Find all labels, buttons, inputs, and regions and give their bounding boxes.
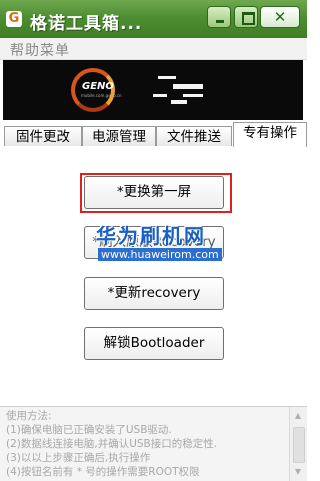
scroll-up-icon[interactable]: ▲: [293, 411, 303, 421]
watermark-title: 华为刷机网: [96, 224, 206, 248]
banner-decoration: [183, 94, 203, 97]
tab-file-push[interactable]: 文件推送: [156, 126, 232, 146]
banner-decoration: [171, 100, 187, 104]
window-title: 格诺工具箱...: [30, 14, 143, 34]
tab-special-ops[interactable]: 专有操作: [233, 122, 307, 147]
unlock-bootloader-button[interactable]: 解锁Bootloader: [84, 327, 224, 360]
instructions-line: (2)数据线连接电脑,并确认USB接口的稳定性.: [6, 438, 218, 450]
tab-firmware[interactable]: 固件更改: [4, 126, 82, 146]
banner-logo-area: GENO mobile.com.geno.cn: [3, 60, 303, 120]
update-recovery-label: *更新recovery: [107, 285, 201, 301]
tab-power[interactable]: 电源管理: [82, 126, 156, 146]
instructions-line: 使用方法:: [6, 410, 52, 422]
tab-strip: 固件更改 电源管理 文件推送 专有操作: [0, 122, 307, 147]
instructions-line: (1)确保电脑已正确安装了USB驱动.: [6, 424, 172, 436]
watermark-url: www.huaweirom.com: [98, 248, 222, 261]
scroll-thumb[interactable]: [293, 427, 305, 463]
title-bar[interactable]: G 格诺工具箱... ✕: [0, 0, 307, 39]
minimize-icon: [208, 7, 230, 27]
minimize-button[interactable]: [207, 6, 231, 28]
banner-decoration: [158, 76, 176, 79]
menu-help[interactable]: 帮助菜单: [10, 40, 70, 60]
close-icon: ✕: [273, 8, 287, 26]
scroll-down-icon[interactable]: ▼: [293, 467, 303, 477]
instructions-line: (3)以以上步骤正确后,执行操作: [6, 452, 151, 464]
instructions-line: (4)按钮名前有 * 号的操作需要ROOT权限: [6, 466, 200, 478]
menu-bar: 帮助菜单: [0, 38, 307, 60]
update-recovery-button[interactable]: *更新recovery: [84, 277, 224, 310]
close-button[interactable]: ✕: [260, 6, 300, 28]
app-window: G 格诺工具箱... ✕ 帮助菜单 GENO mobile.com.geno.c…: [0, 0, 307, 481]
maximize-button[interactable]: [234, 6, 258, 28]
unlock-bootloader-label: 解锁Bootloader: [103, 335, 205, 351]
banner-decoration: [173, 84, 203, 89]
vertical-scrollbar[interactable]: ▲ ▼: [289, 407, 307, 481]
instructions-panel: 使用方法: (1)确保电脑已正确安装了USB驱动. (2)数据线连接电脑,并确认…: [0, 406, 307, 481]
instructions-text: 使用方法: (1)确保电脑已正确安装了USB驱动. (2)数据线连接电脑,并确认…: [6, 409, 286, 479]
banner-decoration: [153, 94, 167, 97]
watermark: 华为刷机网 www.huaweirom.com: [84, 220, 234, 266]
logo-wordmark: GENO: [82, 81, 114, 92]
app-logo-icon: G: [6, 11, 22, 27]
maximize-icon: [235, 7, 257, 27]
highlight-box: [80, 173, 232, 213]
logo-subtitle: mobile.com.geno.cn: [81, 93, 122, 98]
